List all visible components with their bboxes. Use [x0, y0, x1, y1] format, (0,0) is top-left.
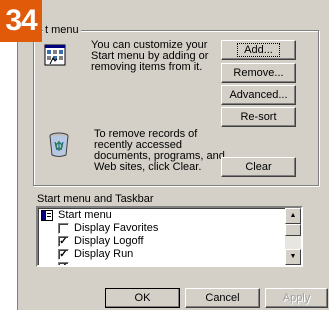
ok-button-label: OK [134, 292, 151, 304]
partial-checkbox[interactable]: ✓ [58, 262, 69, 265]
apply-button-label: Apply [282, 292, 311, 304]
step-number-badge: 34 [0, 0, 42, 42]
recycle-bin-icon [48, 132, 70, 158]
resort-button-label: Re-sort [240, 111, 277, 123]
scroll-thumb[interactable] [285, 224, 301, 236]
list-item-start-menu[interactable]: Start menu [38, 209, 286, 222]
folder-icon [41, 210, 53, 221]
start-menu-customize-icon [44, 44, 66, 66]
apply-button[interactable]: Apply [265, 288, 328, 308]
taskbar-options-list[interactable]: Start menu Display Favorites ✓ Display L… [36, 206, 303, 267]
remove-button[interactable]: Remove... [221, 63, 296, 83]
advanced-button-label: Advanced... [229, 89, 288, 101]
list-scrollbar[interactable]: ▲ ▼ [285, 208, 301, 265]
taskbar-section-label: Start menu and Taskbar [37, 193, 154, 205]
resort-button[interactable]: Re-sort [221, 107, 296, 127]
add-button-label: Add... [237, 43, 280, 57]
display-logoff-checkbox[interactable]: ✓ [58, 236, 69, 247]
clear-button[interactable]: Clear [221, 157, 296, 177]
taskbar-properties-dialog: t menu You can customize your Start menu… [17, 0, 329, 310]
remove-button-label: Remove... [233, 67, 284, 79]
list-item-label: Start menu [58, 209, 112, 221]
clear-line-4: Web sites, click Clear. [94, 161, 202, 173]
cancel-button-label: Cancel [205, 292, 240, 304]
clear-button-label: Clear [245, 161, 272, 173]
list-item-label: Display Logoff [74, 235, 144, 247]
list-item-display-logoff[interactable]: ✓ Display Logoff [38, 235, 286, 248]
display-run-checkbox[interactable]: ✓ [58, 249, 69, 260]
scroll-down-button[interactable]: ▼ [285, 249, 301, 265]
cancel-button[interactable]: Cancel [185, 288, 260, 308]
start-menu-group-title: t menu [43, 24, 81, 37]
list-item-display-favorites[interactable]: Display Favorites [38, 222, 286, 235]
list-item-label: Display Favorites [74, 222, 159, 234]
ok-button[interactable]: OK [105, 288, 180, 308]
list-item-display-run[interactable]: ✓ Display Run [38, 248, 286, 261]
add-button[interactable]: Add... [221, 40, 296, 60]
list-item-label: Display Run [74, 248, 134, 260]
advanced-button[interactable]: Advanced... [221, 85, 296, 105]
scroll-up-button[interactable]: ▲ [285, 208, 301, 224]
customize-line-3: removing items from it. [91, 61, 203, 73]
display-favorites-checkbox[interactable] [58, 223, 69, 234]
list-item-partial: ✓ [38, 261, 286, 265]
